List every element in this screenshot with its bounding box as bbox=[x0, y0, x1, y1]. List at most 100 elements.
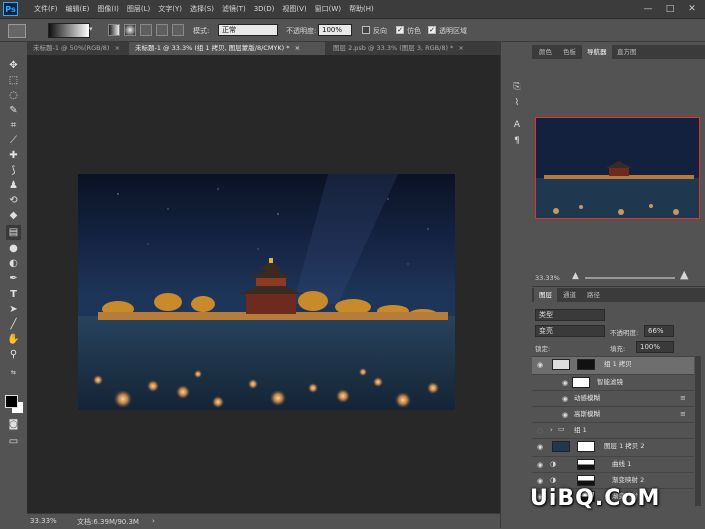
close-icon[interactable]: × bbox=[458, 44, 463, 52]
menu-window[interactable]: 窗口(W) bbox=[311, 0, 345, 18]
zoom-slider[interactable] bbox=[585, 277, 675, 279]
tab-channels[interactable]: 通道 bbox=[558, 288, 581, 302]
visibility-eye-icon[interactable]: ◉ bbox=[560, 378, 570, 388]
tab-document-1[interactable]: 未标题-1 @ 50%(RGB/8) × bbox=[27, 42, 127, 55]
visibility-eye-icon[interactable]: ◉ bbox=[535, 360, 545, 370]
paragraph-panel-icon[interactable]: ¶ bbox=[510, 134, 524, 148]
hidden-eye-icon[interactable]: ○ bbox=[535, 426, 545, 436]
eyedropper-tool-icon[interactable]: ⟋ bbox=[6, 133, 21, 148]
canvas-area[interactable] bbox=[27, 55, 500, 513]
layer-opacity-field[interactable]: 66% bbox=[644, 325, 674, 337]
gradient-preview[interactable] bbox=[48, 23, 90, 38]
navigator-zoom[interactable]: 33.33% bbox=[535, 274, 560, 282]
mask-thumbnail[interactable] bbox=[577, 359, 595, 370]
fill-field[interactable]: 100% bbox=[636, 341, 674, 353]
type-tool-icon[interactable]: T bbox=[6, 287, 21, 302]
history-panel-icon[interactable]: ⎘ bbox=[510, 80, 524, 94]
layer-row[interactable]: ◉ 高斯模糊 ≡ bbox=[532, 406, 694, 422]
quick-mask-icon[interactable]: ◙ bbox=[6, 417, 21, 432]
tab-swatches[interactable]: 色板 bbox=[558, 45, 581, 59]
visibility-eye-icon[interactable]: ◉ bbox=[535, 460, 545, 470]
character-panel-icon[interactable]: A bbox=[510, 118, 524, 132]
pen-tool-icon[interactable]: ✒ bbox=[6, 271, 21, 286]
close-icon[interactable]: × bbox=[115, 44, 120, 52]
document-image[interactable] bbox=[78, 174, 455, 410]
chevron-down-icon[interactable]: ▾ bbox=[89, 25, 93, 33]
visibility-eye-icon[interactable]: ◉ bbox=[560, 394, 570, 404]
opacity-field[interactable]: 100% bbox=[318, 24, 352, 36]
lasso-tool-icon[interactable]: ◌ bbox=[6, 88, 21, 103]
hand-tool-icon[interactable]: ✋ bbox=[6, 332, 21, 347]
diamond-gradient-button[interactable] bbox=[172, 24, 184, 36]
path-select-tool-icon[interactable]: ➤ bbox=[6, 302, 21, 317]
zoom-in-icon[interactable]: ▲ bbox=[680, 268, 688, 281]
menu-filter[interactable]: 滤镜(T) bbox=[218, 0, 250, 18]
screen-mode-icon[interactable]: ▭ bbox=[6, 434, 21, 449]
tab-navigator[interactable]: 导航器 bbox=[582, 45, 612, 59]
layer-row[interactable]: ○ › ▭ 组 1 bbox=[532, 422, 694, 438]
menu-select[interactable]: 选择(S) bbox=[186, 0, 218, 18]
dither-checkbox[interactable] bbox=[396, 26, 404, 34]
layer-row[interactable]: ◉ 智能滤镜 bbox=[532, 374, 694, 390]
zoom-level[interactable]: 33.33% bbox=[30, 517, 57, 525]
linear-gradient-button[interactable] bbox=[108, 24, 120, 36]
visibility-eye-icon[interactable]: ◉ bbox=[560, 410, 570, 420]
crop-tool-icon[interactable]: ⌗ bbox=[6, 118, 21, 133]
maximize-button[interactable]: □ bbox=[661, 3, 679, 15]
status-arrow-icon[interactable]: › bbox=[152, 517, 155, 525]
tab-document-2[interactable]: 未标题-1 @ 33.3% (组 1 拷贝, 图层蒙版/8/CMYK) * × bbox=[129, 42, 325, 55]
brush-tool-icon[interactable]: ⟆ bbox=[6, 163, 21, 178]
gradient-tool-icon[interactable]: ▤ bbox=[6, 225, 21, 240]
close-window-button[interactable]: ✕ bbox=[683, 3, 701, 15]
dodge-tool-icon[interactable]: ◐ bbox=[6, 256, 21, 271]
layer-row[interactable]: ◉ ◑ 曲线 1 bbox=[532, 456, 694, 472]
close-icon[interactable]: × bbox=[295, 44, 300, 52]
navigator-thumbnail[interactable] bbox=[535, 117, 700, 219]
reflected-gradient-button[interactable] bbox=[156, 24, 168, 36]
blend-mode-select[interactable]: 变亮 bbox=[535, 325, 605, 337]
menu-layer[interactable]: 图层(L) bbox=[123, 0, 154, 18]
tab-paths[interactable]: 路径 bbox=[582, 288, 605, 302]
minimize-button[interactable]: — bbox=[639, 3, 657, 15]
tab-color[interactable]: 颜色 bbox=[534, 45, 557, 59]
menu-3d[interactable]: 3D(D) bbox=[250, 0, 279, 18]
radial-gradient-button[interactable] bbox=[124, 24, 136, 36]
marquee-tool-icon[interactable]: ⬚ bbox=[6, 73, 21, 88]
history-brush-tool-icon[interactable]: ⟲ bbox=[6, 193, 21, 208]
brush-panel-icon[interactable]: ⌇ bbox=[510, 96, 524, 110]
foreground-color-swatch[interactable] bbox=[5, 395, 18, 408]
menu-view[interactable]: 视图(V) bbox=[278, 0, 310, 18]
transparency-checkbox[interactable] bbox=[428, 26, 436, 34]
tab-histogram[interactable]: 直方图 bbox=[612, 45, 642, 59]
filter-options-icon[interactable]: ≡ bbox=[680, 394, 686, 402]
zoom-tool-icon[interactable]: ⚲ bbox=[6, 347, 21, 362]
layer-row[interactable]: ◉ 图层 1 拷贝 2 bbox=[532, 438, 694, 456]
swap-colors-icon[interactable]: ⇆ bbox=[6, 365, 21, 380]
angle-gradient-button[interactable] bbox=[140, 24, 152, 36]
menu-help[interactable]: 帮助(H) bbox=[345, 0, 378, 18]
menu-type[interactable]: 文字(Y) bbox=[154, 0, 186, 18]
mask-thumbnail[interactable] bbox=[577, 441, 595, 452]
visibility-eye-icon[interactable]: ◉ bbox=[535, 442, 545, 452]
move-tool-icon[interactable]: ✥ bbox=[6, 58, 21, 73]
tool-preset-icon[interactable] bbox=[8, 24, 26, 38]
layer-row[interactable]: ◉ 组 1 拷贝 bbox=[532, 356, 694, 374]
mask-thumbnail[interactable] bbox=[577, 475, 595, 486]
menu-edit[interactable]: 编辑(E) bbox=[62, 0, 94, 18]
menu-file[interactable]: 文件(F) bbox=[30, 0, 62, 18]
zoom-out-icon[interactable]: ▲ bbox=[572, 271, 579, 281]
reverse-checkbox[interactable] bbox=[362, 26, 370, 34]
chevron-right-icon[interactable]: › bbox=[550, 426, 553, 434]
quick-select-tool-icon[interactable]: ✎ bbox=[6, 103, 21, 118]
blur-tool-icon[interactable]: ● bbox=[6, 241, 21, 256]
line-tool-icon[interactable]: ╱ bbox=[6, 317, 21, 332]
tab-layers[interactable]: 图层 bbox=[534, 288, 557, 302]
filter-options-icon[interactable]: ≡ bbox=[680, 410, 686, 418]
layers-scrollbar[interactable] bbox=[695, 356, 701, 506]
healing-tool-icon[interactable]: ✚ bbox=[6, 148, 21, 163]
stamp-tool-icon[interactable]: ♟ bbox=[6, 178, 21, 193]
eraser-tool-icon[interactable]: ◆ bbox=[6, 208, 21, 223]
mode-select[interactable]: 正常 bbox=[218, 24, 278, 36]
tab-document-3[interactable]: 图层 2.psb @ 33.3% (图层 3, RGB/8) * × bbox=[327, 42, 500, 55]
layer-row[interactable]: ◉ 动感模糊 ≡ bbox=[532, 390, 694, 406]
